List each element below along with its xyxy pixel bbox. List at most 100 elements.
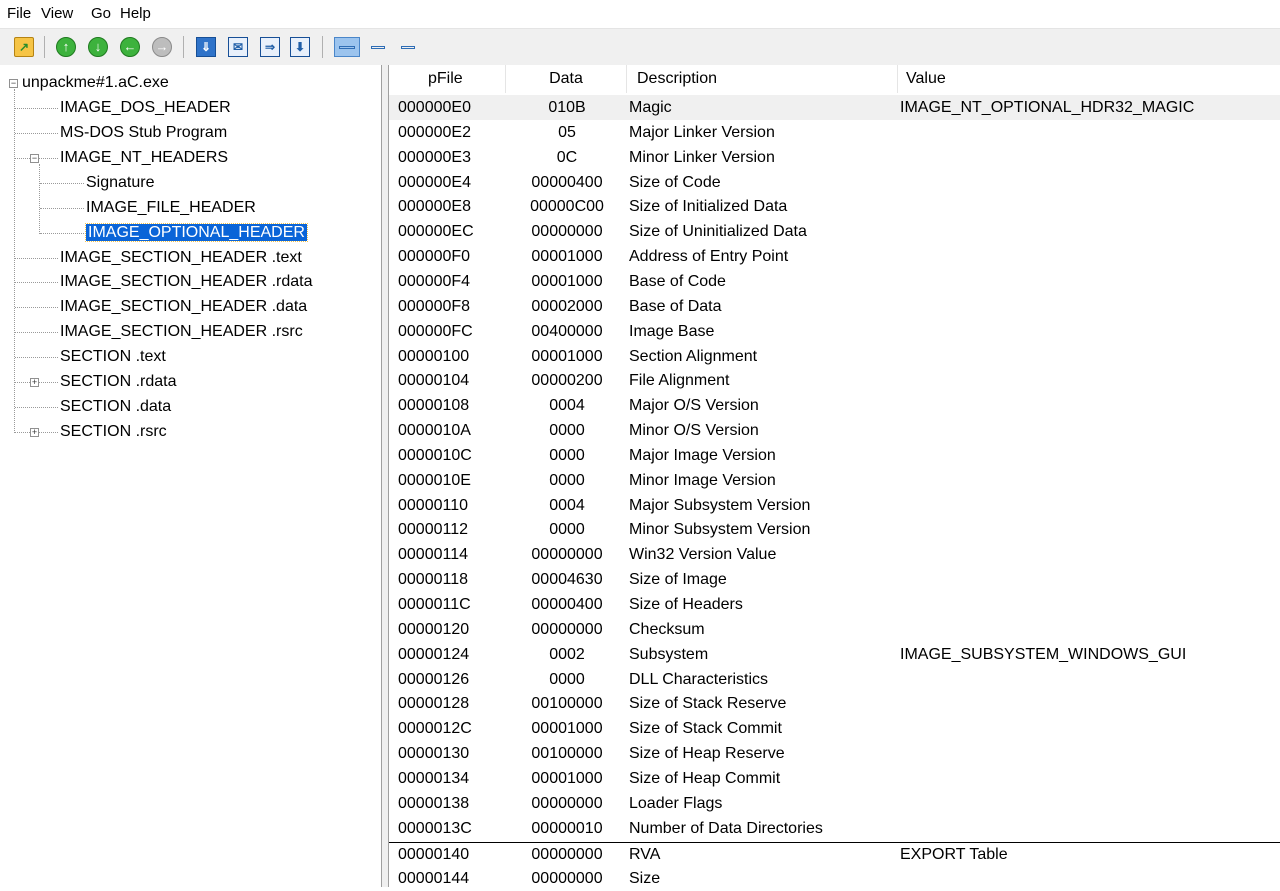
- table-row[interactable]: 0000010A 0000 Minor O/S Version: [389, 418, 1280, 443]
- tree-node[interactable]: MS-DOS Stub Program: [60, 122, 227, 144]
- collapse-icon[interactable]: −: [9, 79, 18, 88]
- tree-view[interactable]: − unpackme#1.aC.exe IMAGE_DOS_HEADER MS-D…: [0, 65, 379, 887]
- expand-icon[interactable]: +: [30, 378, 39, 387]
- table-row[interactable]: 00000144 00000000 Size: [389, 866, 1280, 891]
- cell-value: [900, 592, 1280, 617]
- cell-pfile: 00000120: [398, 620, 470, 638]
- open-file-icon[interactable]: ↗: [14, 37, 34, 57]
- cell-description: Size of Heap Reserve: [629, 745, 785, 763]
- cell-pfile: 00000144: [398, 870, 470, 888]
- mail-icon[interactable]: ✉: [228, 37, 248, 57]
- view-hex-icon[interactable]: [334, 37, 360, 57]
- menu-file[interactable]: File: [7, 5, 31, 23]
- tree-node[interactable]: IMAGE_SECTION_HEADER .rdata: [60, 271, 313, 293]
- table-row[interactable]: 00000118 00004630 Size of Image: [389, 567, 1280, 592]
- cell-data: 00002000: [531, 297, 603, 315]
- go-back-icon[interactable]: ←: [120, 37, 140, 57]
- table-row[interactable]: 0000012C 00001000 Size of Stack Commit: [389, 716, 1280, 741]
- table-row[interactable]: 000000E8 00000C00 Size of Initialized Data: [389, 194, 1280, 219]
- table-row[interactable]: 00000130 00100000 Size of Heap Reserve: [389, 741, 1280, 766]
- cell-pfile: 000000E0: [398, 99, 471, 116]
- table-row[interactable]: 000000F8 00002000 Base of Data: [389, 294, 1280, 319]
- column-header-data[interactable]: Data: [506, 65, 627, 93]
- table-row[interactable]: 000000FC 00400000 Image Base: [389, 319, 1280, 344]
- table-row[interactable]: 0000010E 0000 Minor Image Version: [389, 468, 1280, 493]
- table-row[interactable]: 00000100 00001000 Section Alignment: [389, 344, 1280, 369]
- menu-go[interactable]: Go: [91, 5, 111, 23]
- save-as-icon[interactable]: ⇓: [196, 37, 216, 57]
- cell-data: 0C: [556, 148, 578, 166]
- detail-list[interactable]: pFile Data Description Value 000000E0 010…: [388, 65, 1280, 887]
- cell-value: [900, 617, 1280, 642]
- cell-pfile: 00000114: [398, 546, 468, 564]
- splitter[interactable]: [381, 65, 388, 887]
- table-row[interactable]: 0000013C 00000010 Number of Data Directori…: [389, 816, 1280, 841]
- download-icon[interactable]: ⬇: [290, 37, 310, 57]
- cell-value: [900, 791, 1280, 816]
- cell-description: Minor Linker Version: [629, 148, 775, 166]
- tree-node[interactable]: SECTION .text: [60, 346, 166, 368]
- tree-node[interactable]: IMAGE_SECTION_HEADER .text: [60, 247, 302, 269]
- column-header-pfile[interactable]: pFile: [389, 65, 506, 93]
- cell-data: 05: [558, 123, 576, 141]
- table-row[interactable]: 000000EC 00000000 Size of Uninitialized Da…: [389, 219, 1280, 244]
- tree-guide: [15, 332, 58, 333]
- cell-value: [900, 145, 1280, 170]
- go-up-icon[interactable]: ↑: [56, 37, 76, 57]
- tree-node[interactable]: SECTION .rsrc: [60, 421, 167, 443]
- cell-data: 00001000: [531, 347, 603, 365]
- export-icon[interactable]: ⇒: [260, 37, 280, 57]
- tree-node[interactable]: IMAGE_SECTION_HEADER .data: [60, 296, 307, 318]
- table-row[interactable]: 00000140 00000000 RVA EXPORT Table: [389, 842, 1280, 867]
- table-row[interactable]: 000000E2 05 Major Linker Version: [389, 120, 1280, 145]
- tree-node[interactable]: SECTION .rdata: [60, 371, 176, 393]
- cell-data: 00001000: [531, 272, 603, 290]
- menu-view[interactable]: View: [41, 5, 73, 23]
- table-row[interactable]: 000000E4 00000400 Size of Code: [389, 170, 1280, 195]
- cell-data: 00000400: [531, 596, 603, 613]
- tree-node[interactable]: IMAGE_FILE_HEADER: [86, 197, 256, 219]
- table-row[interactable]: 000000E0 010B Magic IMAGE_NT_OPTIONAL_HDR32…: [389, 95, 1280, 120]
- table-row[interactable]: 00000120 00000000 Checksum: [389, 617, 1280, 642]
- view-detail-icon[interactable]: [396, 37, 418, 57]
- collapse-icon[interactable]: −: [30, 154, 39, 163]
- go-down-icon[interactable]: ↓: [88, 37, 108, 57]
- table-row[interactable]: 00000128 00100000 Size of Stack Reserve: [389, 691, 1280, 716]
- cell-pfile: 000000F8: [398, 297, 471, 315]
- table-row[interactable]: 00000108 0004 Major O/S Version: [389, 393, 1280, 418]
- tree-node[interactable]: IMAGE_OPTIONAL_HEADER: [85, 222, 308, 244]
- table-row[interactable]: 00000126 0000 DLL Characteristics: [389, 667, 1280, 692]
- table-row[interactable]: 00000134 00001000 Size of Heap Commit: [389, 766, 1280, 791]
- table-row[interactable]: 00000124 0002 Subsystem IMAGE_SUBSYSTEM_WIN…: [389, 642, 1280, 667]
- table-row[interactable]: 0000010C 0000 Major Image Version: [389, 443, 1280, 468]
- table-row[interactable]: 00000104 00000200 File Alignment: [389, 368, 1280, 393]
- tree-node[interactable]: SECTION .data: [60, 396, 171, 418]
- expand-icon[interactable]: +: [30, 428, 39, 437]
- table-row[interactable]: 000000F0 00001000 Address of Entry Point: [389, 244, 1280, 269]
- table-row[interactable]: 00000114 00000000 Win32 Version Value: [389, 542, 1280, 567]
- cell-value: [900, 244, 1280, 269]
- tree-node[interactable]: IMAGE_SECTION_HEADER .rsrc: [60, 321, 303, 343]
- cell-value: [900, 667, 1280, 692]
- cell-description: RVA: [629, 845, 661, 863]
- tree-root[interactable]: unpackme#1.aC.exe: [22, 72, 169, 94]
- cell-description: Magic: [629, 99, 672, 116]
- view-list-icon[interactable]: [366, 37, 388, 57]
- table-row[interactable]: 000000F4 00001000 Base of Code: [389, 269, 1280, 294]
- tree-node[interactable]: IMAGE_NT_HEADERS: [60, 147, 228, 169]
- go-forward-icon[interactable]: →: [152, 37, 172, 57]
- menu-help[interactable]: Help: [120, 5, 151, 23]
- cell-pfile: 000000E2: [398, 123, 471, 141]
- tree-node[interactable]: IMAGE_DOS_HEADER: [60, 97, 231, 119]
- cell-description: Size: [629, 870, 661, 888]
- table-row[interactable]: 000000E3 0C Minor Linker Version: [389, 145, 1280, 170]
- table-row[interactable]: 0000011C 00000400 Size of Headers: [389, 592, 1280, 617]
- table-row[interactable]: 00000138 00000000 Loader Flags: [389, 791, 1280, 816]
- column-header-description[interactable]: Description: [627, 65, 898, 93]
- cell-description: Size of Uninitialized Data: [629, 223, 807, 241]
- table-row[interactable]: 00000112 0000 Minor Subsystem Version: [389, 517, 1280, 542]
- tree-node[interactable]: Signature: [86, 172, 155, 194]
- column-header-value[interactable]: Value: [898, 65, 1280, 93]
- cell-data: 00000000: [531, 546, 603, 564]
- table-row[interactable]: 00000110 0004 Major Subsystem Version: [389, 493, 1280, 518]
